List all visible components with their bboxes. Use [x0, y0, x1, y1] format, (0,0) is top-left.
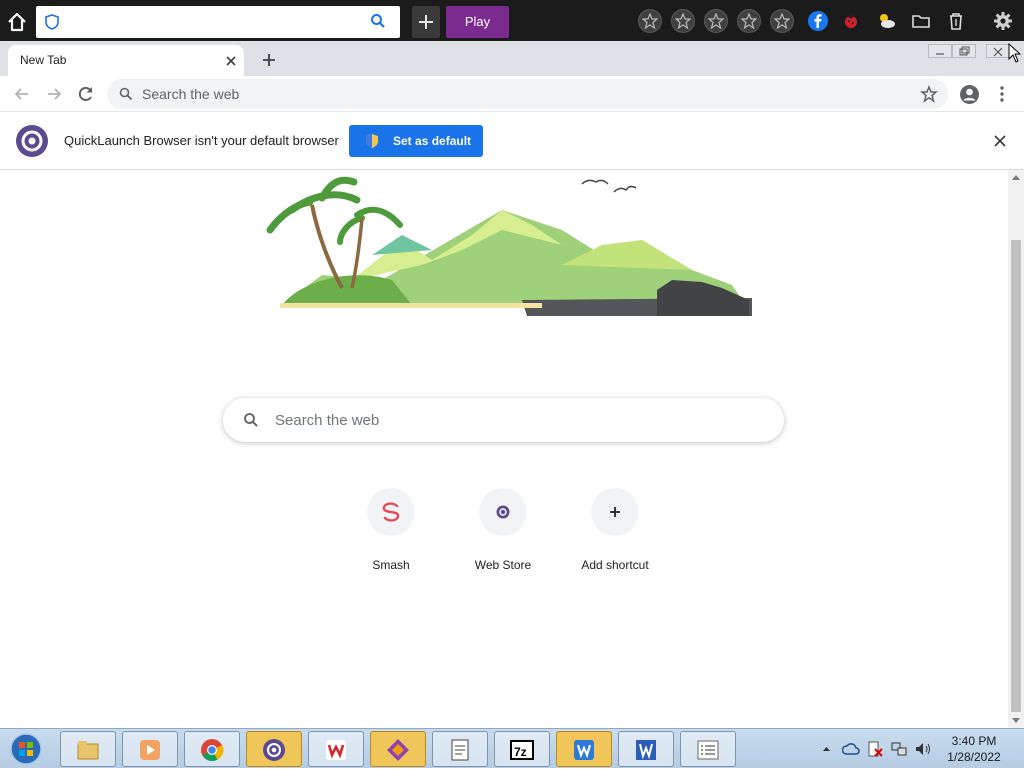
omnibox[interactable]: Search the web — [107, 79, 948, 109]
browser-toolbar: Search the web — [0, 76, 1024, 112]
scrollbar-thumb[interactable] — [1011, 240, 1021, 712]
taskbar-wps-writer[interactable] — [556, 731, 612, 767]
weather-icon[interactable] — [875, 10, 897, 32]
set-as-default-label: Set as default — [393, 134, 472, 148]
menu-icon[interactable] — [998, 85, 1006, 103]
wps-office-icon — [326, 740, 346, 760]
taskbar-file-explorer[interactable] — [60, 731, 116, 767]
reload-icon[interactable] — [76, 84, 96, 104]
media-player-icon — [140, 740, 160, 760]
star-icon[interactable] — [638, 9, 662, 33]
launcher-bar: Play — [0, 0, 1024, 41]
tab-title: New Tab — [20, 53, 67, 67]
ladybug-icon[interactable] — [840, 10, 862, 32]
ntp-search-placeholder: Search the web — [275, 412, 380, 429]
set-as-default-button[interactable]: Set as default — [349, 125, 483, 157]
close-infobar-icon[interactable] — [993, 134, 1007, 148]
smash-icon — [367, 488, 415, 536]
star-icon[interactable] — [671, 9, 695, 33]
close-window-button[interactable] — [986, 44, 1010, 58]
profile-icon[interactable] — [959, 84, 980, 105]
wps-writer-icon — [574, 740, 594, 760]
cloud-icon[interactable] — [842, 740, 860, 758]
new-tab-icon[interactable] — [260, 51, 278, 69]
list-icon — [697, 740, 719, 760]
forward-icon[interactable] — [44, 84, 64, 104]
folder-icon[interactable] — [910, 10, 932, 32]
search-icon — [119, 87, 133, 101]
taskbar-wps-office[interactable] — [308, 731, 364, 767]
minimize-button[interactable] — [928, 44, 952, 58]
taskbar-notepad-list[interactable] — [680, 731, 736, 767]
taskbar-game-app[interactable] — [370, 731, 426, 767]
quicklaunch-icon — [263, 739, 285, 761]
gear-icon[interactable] — [992, 10, 1014, 32]
word-icon — [636, 740, 656, 760]
web-store-icon — [479, 488, 527, 536]
document-icon — [451, 739, 469, 761]
search-icon — [244, 413, 258, 427]
folder-icon — [77, 741, 99, 760]
taskbar: 7z 3:40 PM 1/28/2022 — [0, 728, 1024, 768]
taskbar-quicklaunch-browser[interactable] — [246, 731, 302, 767]
new-tab-page: Search the web Smash Web Store Add short… — [0, 170, 1008, 728]
taskbar-media-player[interactable] — [122, 731, 178, 767]
taskbar-7zip[interactable]: 7z — [494, 731, 550, 767]
taskbar-word[interactable] — [618, 731, 674, 767]
vertical-scrollbar[interactable] — [1008, 170, 1024, 728]
shortcut-add[interactable]: Add shortcut — [559, 486, 671, 576]
close-tab-icon[interactable] — [224, 54, 238, 68]
tab-strip: New Tab — [0, 41, 1024, 76]
7zip-icon: 7z — [510, 740, 534, 760]
shortcut-label: Smash — [372, 558, 410, 572]
add-button[interactable] — [412, 6, 440, 38]
play-button[interactable]: Play — [446, 6, 509, 38]
mouse-cursor-icon — [1008, 43, 1022, 63]
start-button[interactable] — [6, 732, 46, 766]
quicklaunch-logo-icon — [16, 125, 48, 157]
plus-icon — [591, 488, 639, 536]
omnibox-placeholder: Search the web — [142, 86, 240, 102]
landscape-illustration — [266, 176, 752, 316]
bookmark-star-icon[interactable] — [920, 85, 938, 103]
clock-time: 3:40 PM — [951, 734, 997, 748]
taskbar-text-document[interactable] — [432, 731, 488, 767]
network-icon[interactable] — [890, 740, 908, 758]
clock[interactable]: 3:40 PM 1/28/2022 — [934, 733, 1014, 765]
show-hidden-icons-icon[interactable] — [822, 745, 831, 753]
chrome-icon — [201, 739, 224, 761]
home-icon[interactable] — [4, 9, 30, 35]
shield-icon — [366, 134, 378, 148]
star-icon[interactable] — [704, 9, 728, 33]
ntp-search-box[interactable]: Search the web — [223, 398, 784, 442]
search-icon[interactable] — [370, 13, 386, 29]
default-browser-infobar: QuickLaunch Browser isn't your default b… — [0, 112, 1024, 170]
shortcut-smash[interactable]: Smash — [335, 486, 447, 576]
shortcut-web-store[interactable]: Web Store — [447, 486, 559, 576]
restore-button[interactable] — [952, 44, 976, 58]
action-center-icon[interactable] — [866, 740, 884, 758]
shortcut-label: Add shortcut — [581, 558, 649, 572]
star-icon[interactable] — [737, 9, 761, 33]
facebook-icon[interactable] — [807, 10, 829, 32]
infobar-message: QuickLaunch Browser isn't your default b… — [64, 133, 339, 148]
volume-icon[interactable] — [914, 740, 932, 758]
scroll-down-arrow-icon[interactable] — [1012, 718, 1020, 723]
tab-new-tab[interactable]: New Tab — [8, 45, 244, 76]
shortcut-label: Web Store — [474, 558, 532, 572]
scroll-up-arrow-icon[interactable] — [1012, 175, 1020, 180]
launcher-address-bar[interactable] — [36, 6, 400, 38]
clock-date: 1/28/2022 — [947, 750, 1001, 764]
game-icon — [387, 739, 409, 761]
star-icon[interactable] — [770, 9, 794, 33]
taskbar-chrome[interactable] — [184, 731, 240, 767]
svg-text:7z: 7z — [514, 745, 527, 759]
shield-icon — [45, 14, 59, 30]
trash-icon[interactable] — [945, 10, 967, 32]
back-icon[interactable] — [12, 84, 32, 104]
